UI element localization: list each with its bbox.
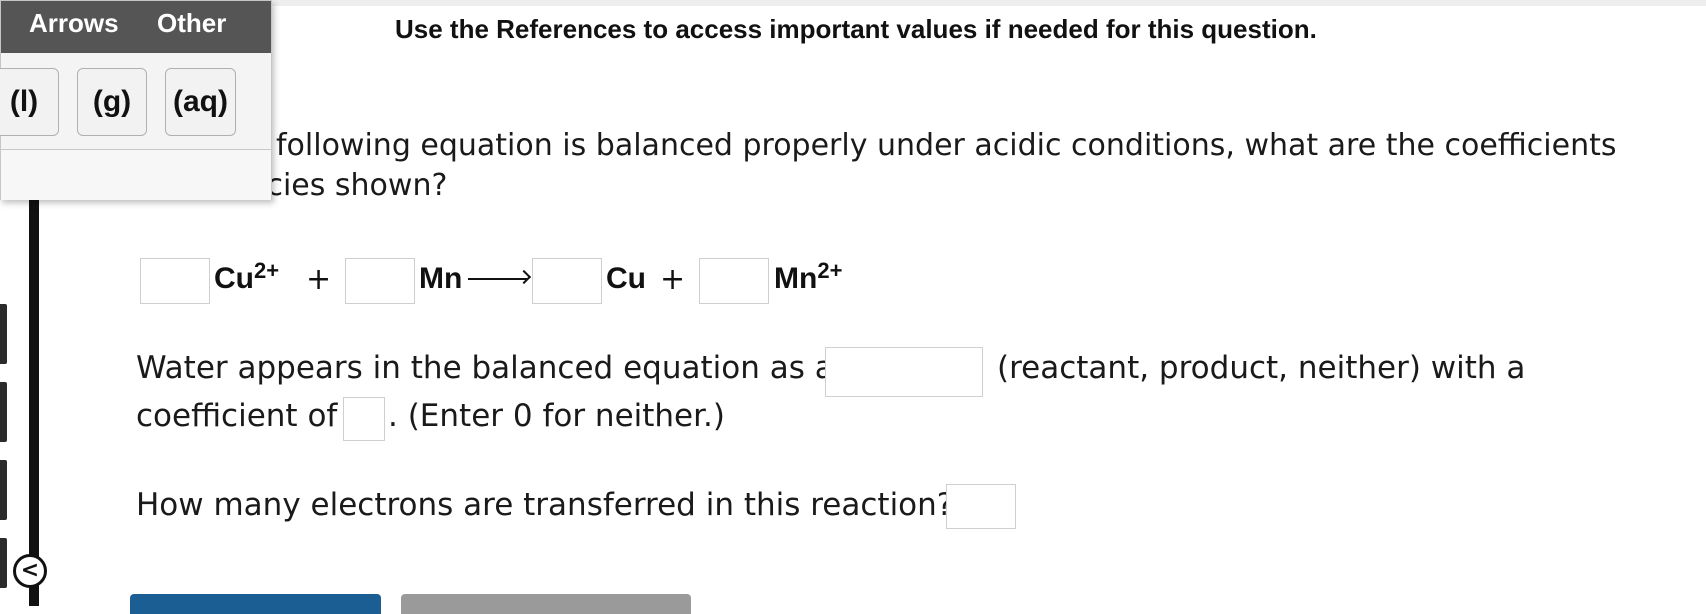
coefficient-of-text: coefficient of — [136, 398, 338, 434]
collapse-panel-button[interactable]: < — [13, 554, 47, 588]
species-mn: Mn — [419, 262, 463, 295]
state-liquid-button[interactable]: (l) — [0, 68, 59, 136]
left-side-tab[interactable] — [0, 304, 7, 364]
references-note: Use the References to access important v… — [395, 14, 1317, 44]
palette-footer — [1, 149, 271, 200]
coefficient-input-mn[interactable] — [345, 258, 415, 304]
left-side-tab[interactable] — [0, 382, 7, 442]
coefficient-input-cu2plus[interactable] — [140, 258, 210, 304]
electrons-input[interactable] — [946, 484, 1016, 529]
species-label: Cu — [214, 262, 254, 295]
secondary-action-button[interactable] — [401, 594, 691, 614]
water-options-text: (reactant, product, neither) with a — [997, 350, 1526, 386]
chevron-left-icon: < — [20, 558, 40, 583]
water-role-input[interactable] — [825, 347, 983, 397]
coefficient-input-mn2plus[interactable] — [699, 258, 769, 304]
enter-zero-hint: . (Enter 0 for neither.) — [388, 398, 725, 434]
water-question-text: Water appears in the balanced equation a… — [136, 350, 834, 386]
state-aqueous-button[interactable]: (aq) — [165, 68, 236, 136]
plus-sign: + — [306, 262, 332, 297]
species-cu2plus: Cu2+ — [214, 258, 279, 296]
left-side-tab[interactable] — [0, 538, 7, 588]
coefficient-input-cu[interactable] — [532, 258, 602, 304]
question-text-line-1: e following equation is balanced properl… — [248, 128, 1617, 163]
species-mn2plus: Mn2+ — [774, 258, 842, 296]
charge-label: 2+ — [254, 258, 280, 283]
species-label: Mn — [774, 262, 818, 295]
left-panel-border — [29, 200, 39, 606]
plus-sign: + — [660, 262, 686, 297]
chemistry-palette: Arrows Other (l) (g) (aq) — [0, 0, 272, 200]
palette-tab-arrows[interactable]: Arrows — [29, 8, 119, 39]
question-text-line-2: ecies shown? — [248, 168, 448, 203]
palette-tab-other[interactable]: Other — [157, 8, 226, 39]
palette-header: Arrows Other — [1, 1, 271, 53]
state-gas-button[interactable]: (g) — [77, 68, 147, 136]
submit-answer-button[interactable] — [130, 594, 381, 614]
left-side-tab[interactable] — [0, 460, 7, 520]
charge-label: 2+ — [817, 258, 843, 283]
reaction-arrow-icon — [468, 278, 528, 280]
water-coefficient-input[interactable] — [343, 397, 385, 441]
electrons-question-text: How many electrons are transferred in th… — [136, 487, 954, 523]
species-cu: Cu — [606, 262, 646, 295]
